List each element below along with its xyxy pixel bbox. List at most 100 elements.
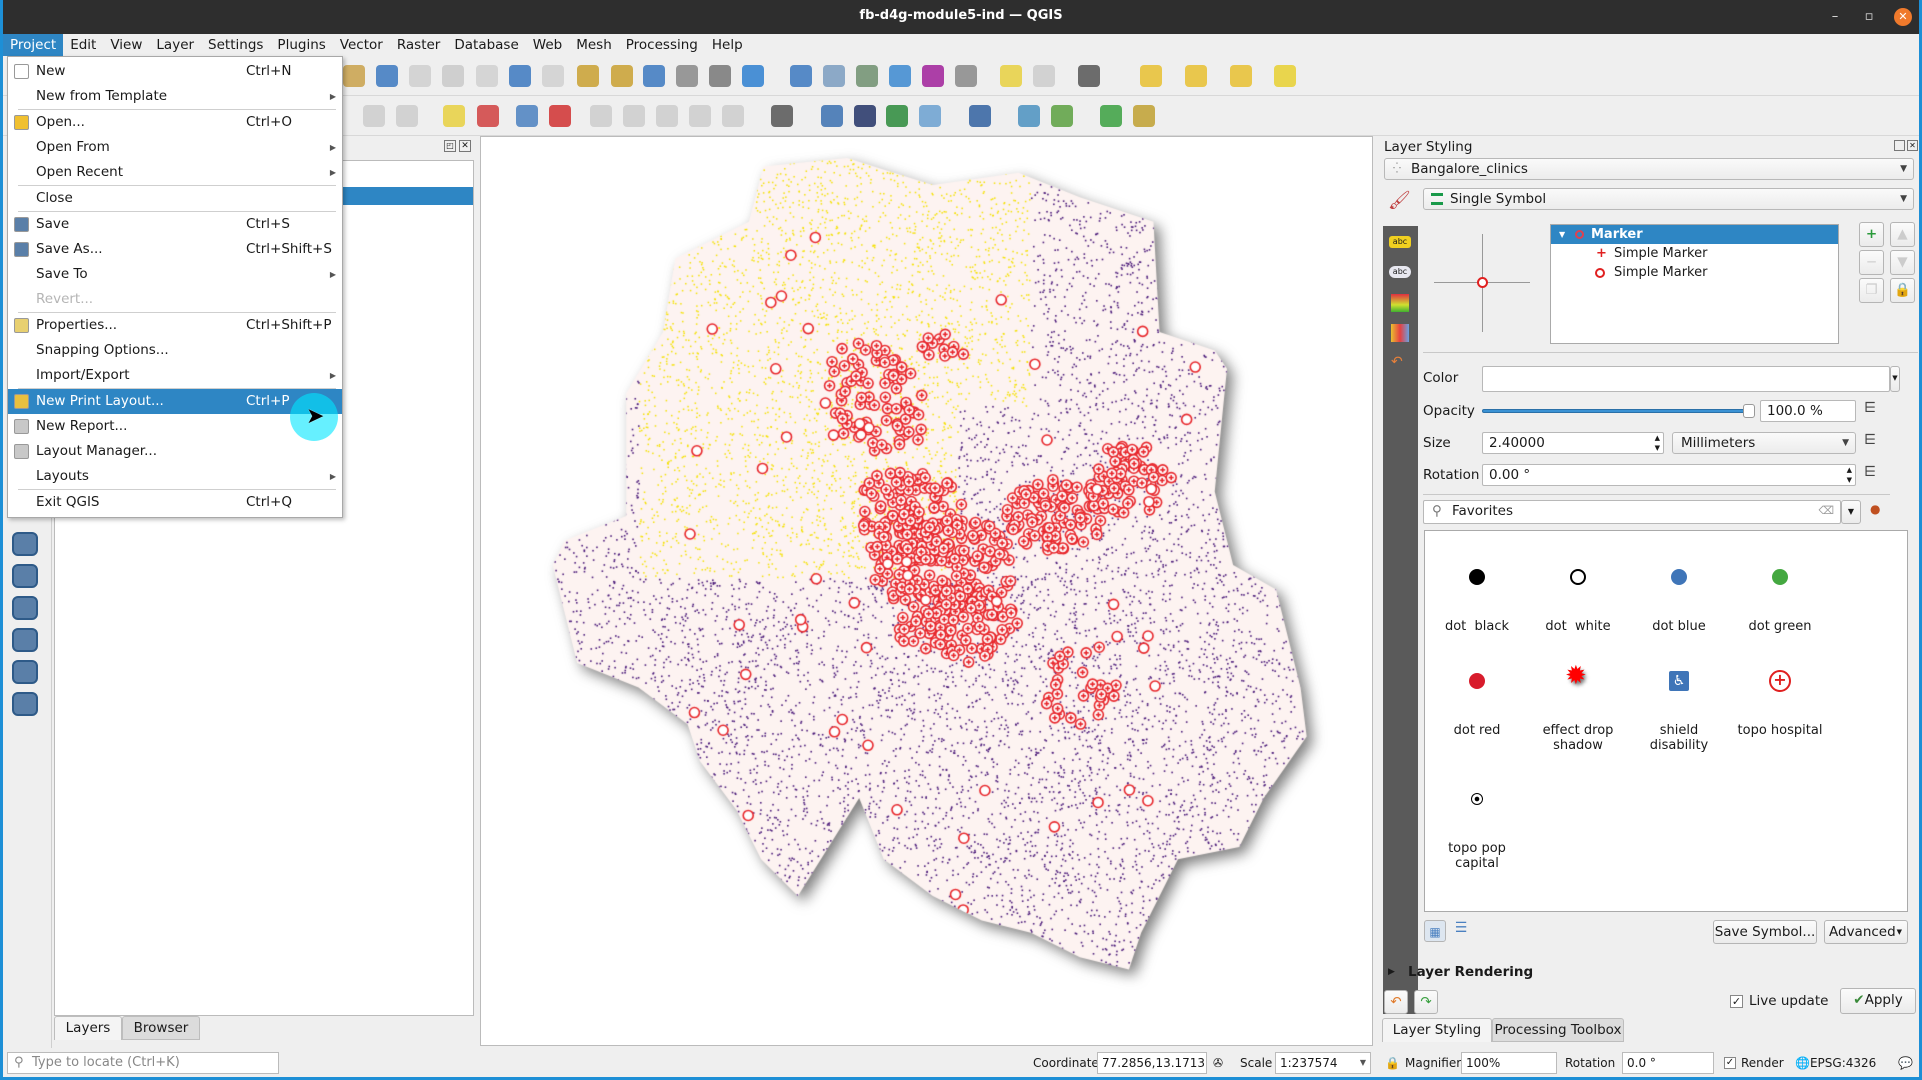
messages-icon[interactable]: 💬 [1898,1055,1913,1071]
menu-item-import-export[interactable]: Import/Export ▶ [8,363,342,388]
float-panel-icon[interactable]: ◰ [444,140,456,152]
size-unit-combo[interactable]: Millimeters ▼ [1672,432,1856,454]
menu-plugins[interactable]: Plugins [270,34,332,56]
label-change-icon[interactable] [689,105,711,127]
rendering-icon[interactable] [1391,324,1409,342]
digitize-icon[interactable] [1133,105,1155,127]
identify-icon[interactable] [790,65,812,87]
map-swipe-icon[interactable] [919,105,941,127]
3d-view-icon[interactable] [1391,294,1409,312]
layer-rendering-header[interactable]: Layer Rendering [1408,964,1533,980]
gear-icon[interactable] [889,65,911,87]
menu-view[interactable]: View [103,34,149,56]
live-update-checkbox[interactable]: ✓ [1730,995,1743,1008]
rotation-spinbox[interactable]: 0.00 ° ▲ ▼ [1482,464,1856,486]
add-wms-layer-icon[interactable] [12,596,38,620]
opacity-spinbox[interactable]: 100.0 % [1760,400,1856,422]
osm-search-icon[interactable] [771,105,793,127]
menu-layer[interactable]: Layer [149,34,201,56]
globe-icon[interactable] [854,105,876,127]
library-dropdown[interactable]: ▼ [1841,500,1861,524]
redo-button[interactable]: ↷ [1414,990,1438,1014]
color-button[interactable] [1482,366,1890,392]
zoom-full-icon[interactable] [376,65,398,87]
map-canvas[interactable] [480,136,1374,1047]
zoom-next-icon[interactable] [542,65,564,87]
refresh-icon[interactable] [742,65,764,87]
label-show-icon[interactable] [623,105,645,127]
menu-settings[interactable]: Settings [201,34,270,56]
style-manager-icon[interactable]: ● [1870,502,1888,520]
text-annotation-icon[interactable] [1078,65,1100,87]
menu-item-save-as[interactable]: Save As... Ctrl+Shift+S [8,237,342,262]
move-down-button[interactable]: ▼ [1890,250,1915,275]
spin-arrows-icon[interactable]: ▲ ▼ [1847,465,1852,485]
labels-icon[interactable]: abc [1389,236,1411,248]
menu-database[interactable]: Database [447,34,525,56]
menu-vector[interactable]: Vector [333,34,390,56]
float-panel-icon[interactable] [1894,140,1905,151]
annotation-icon[interactable] [1000,65,1022,87]
add-postgis-layer-icon[interactable] [12,564,38,588]
icon-view-button[interactable]: ▦ [1424,920,1446,942]
tab-layer-styling[interactable]: Layer Styling [1382,1018,1492,1042]
menu-item-save[interactable]: Save Ctrl+S [8,212,342,237]
menu-item-open-recent[interactable]: Open Recent ▶ [8,160,342,185]
data-defined-override-icon[interactable]: ⋿ [1864,400,1886,420]
add-wfs-layer-icon[interactable] [12,628,38,652]
tab-processing-toolbox[interactable]: Processing Toolbox [1492,1018,1624,1042]
menu-item-revert[interactable]: Revert... [8,287,342,312]
symbol-library-search[interactable]: ⚲ Favorites ⌫ [1423,500,1841,524]
close-panel-icon[interactable]: ✕ [459,140,471,152]
menu-item-exit-qgis[interactable]: Exit QGIS Ctrl+Q [8,490,342,515]
undo-icon[interactable] [363,105,385,127]
add-virtual-layer-icon[interactable] [12,660,38,684]
menu-item-new[interactable]: New Ctrl+N [8,59,342,84]
attribute-table-icon[interactable] [823,65,845,87]
magnifier-spinbox[interactable]: 100% [1461,1052,1557,1074]
zoom-in-icon[interactable] [343,65,365,87]
crs-button[interactable]: 🌐EPSG:4326 [1795,1055,1876,1071]
field-calculator-icon[interactable] [856,65,878,87]
georeferencer-icon[interactable] [1018,105,1040,127]
zoom-native-icon[interactable] [476,65,498,87]
zoom-last-icon[interactable] [509,65,531,87]
symbol-library-grid[interactable]: dot black dot white dot blue dot green dot r… [1424,530,1908,912]
size-spinbox[interactable]: 2.40000 ▲ ▼ [1482,432,1664,454]
menu-help[interactable]: Help [705,34,750,56]
close-button[interactable]: ✕ [1894,8,1912,26]
tab-layers[interactable]: Layers [54,1016,122,1040]
label-icon[interactable] [443,105,465,127]
info-icon[interactable] [886,105,908,127]
menu-item-save-to[interactable]: Save To ▶ [8,262,342,287]
symbol-layer-tree[interactable]: ▼ Marker + Simple Marker Simple Marker [1550,224,1839,344]
zoom-layer-icon[interactable] [442,65,464,87]
label-pin-icon[interactable] [516,105,538,127]
menu-web[interactable]: Web [526,34,569,56]
menu-mesh[interactable]: Mesh [569,34,619,56]
expand-arrow-icon[interactable]: ▶ [1388,967,1395,977]
help-icon[interactable] [969,105,991,127]
clear-icon[interactable]: ⌫ [1818,501,1834,521]
show-bookmarks-icon[interactable] [611,65,633,87]
opacity-slider-handle[interactable] [1743,404,1755,418]
lock-icon[interactable]: 🔒 [1890,278,1915,303]
menu-edit[interactable]: Edit [63,34,103,56]
color-dropdown[interactable]: ▼ [1890,366,1900,392]
zoom-selection-icon[interactable] [409,65,431,87]
masks-icon[interactable]: abc [1389,266,1411,278]
label-highlight-icon[interactable] [549,105,571,127]
opacity-slider[interactable] [1482,404,1755,418]
tab-browser[interactable]: Browser [122,1016,200,1040]
tree-root-marker[interactable]: ▼ Marker [1551,225,1838,244]
add-geopackage-icon[interactable] [12,692,38,716]
menu-item-close[interactable]: Close [8,186,342,211]
undo-button[interactable]: ↶ [1384,990,1408,1014]
spin-arrows-icon[interactable]: ▲ ▼ [1655,433,1660,453]
menu-processing[interactable]: Processing [619,34,705,56]
save-symbol-button[interactable]: Save Symbol... [1713,920,1817,944]
new-bookmark-icon[interactable] [577,65,599,87]
menu-item-layouts[interactable]: Layouts ▶ [8,464,342,489]
add-symbol-layer-button[interactable]: + [1859,222,1884,247]
menu-item-properties[interactable]: Properties... Ctrl+Shift+P [8,313,342,338]
